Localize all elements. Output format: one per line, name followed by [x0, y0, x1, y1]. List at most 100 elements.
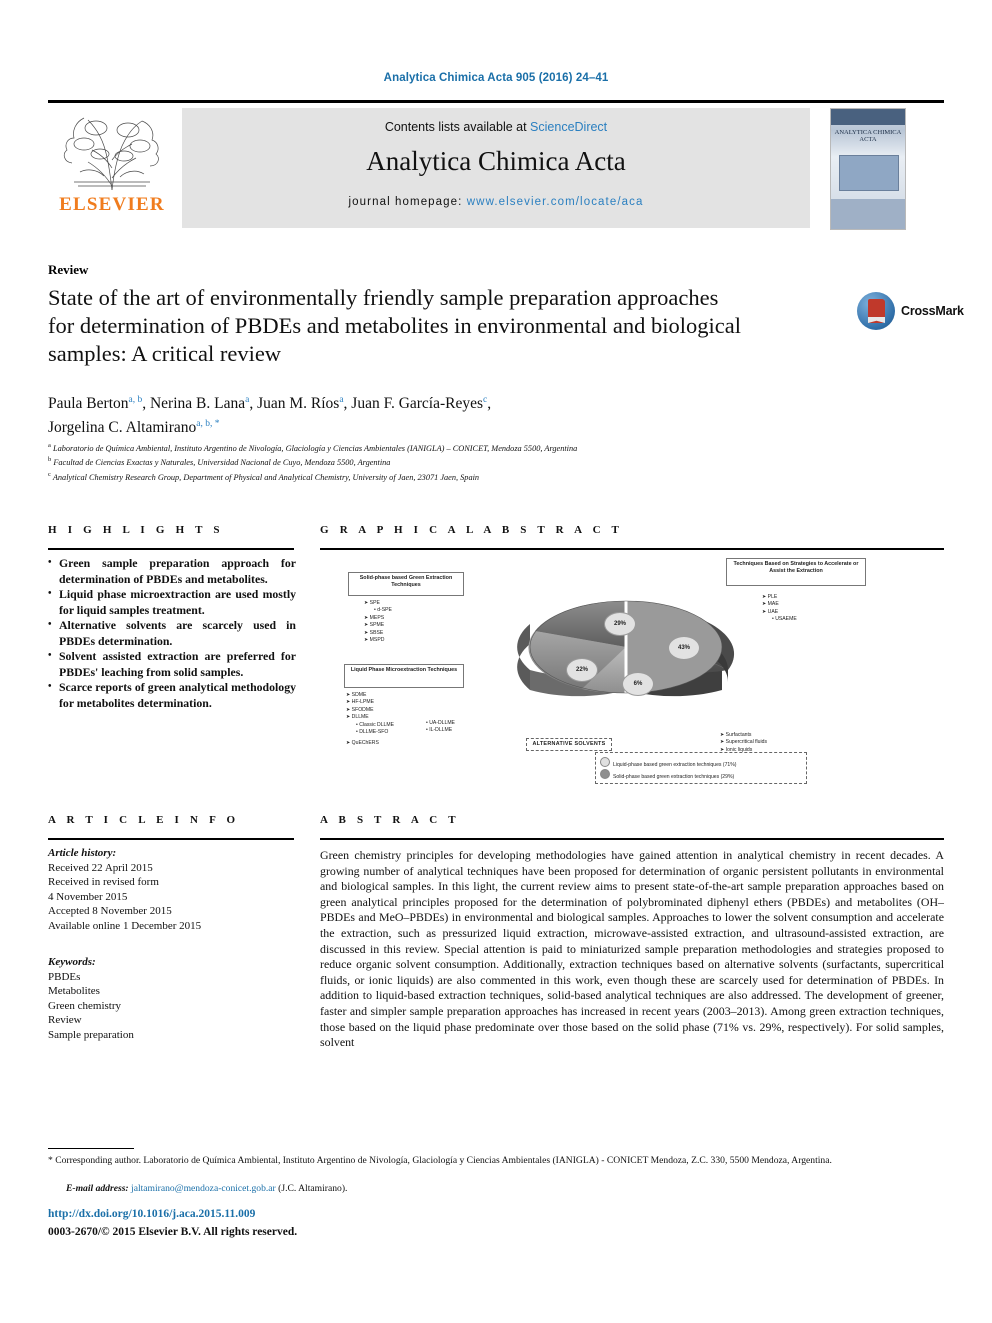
history-item: Available online 1 December 2015 — [48, 919, 202, 932]
affiliation-item: b Facultad de Ciencias Exactas y Natural… — [48, 454, 828, 468]
author-name[interactable]: Juan F. García-Reyes — [351, 395, 483, 412]
keyword-item: Metabolites — [48, 985, 100, 998]
list-item: Alternative solvents are scarcely used i… — [48, 617, 296, 649]
author-name[interactable]: Paula Berton — [48, 395, 129, 412]
list-item: ➤ UAE — [762, 608, 779, 615]
corresponding-mark: * — [48, 1155, 53, 1166]
list-item: ➤ SPME — [364, 622, 385, 629]
affiliation-mark: c — [48, 470, 51, 478]
page-title: State of the art of environmentally frie… — [48, 285, 741, 366]
masthead-top-rule — [48, 100, 944, 103]
pie-label-6: 6% — [622, 672, 654, 696]
legend-swatch-solid-icon — [600, 769, 610, 779]
list-item: ➤ SBSE — [364, 629, 384, 636]
list-item: ➤ MAE — [762, 601, 779, 608]
callout-liquid-phase-title: Liquid Phase Microextraction Techniques — [344, 664, 464, 688]
legend-label: Solid-phase based green extraction techn… — [613, 774, 735, 780]
copyright-line: 0003-2670/© 2015 Elsevier B.V. All right… — [48, 1226, 298, 1238]
history-label: Article history: — [48, 847, 117, 859]
callout-solid-phase-items: ➤ SPE • d-SPE ➤ MEPS ➤ SPME ➤ SBSE ➤ MSP… — [364, 600, 474, 644]
corresponding-text: Corresponding author. Laboratorio de Quí… — [55, 1155, 832, 1166]
pie-label-22: 22% — [566, 658, 598, 682]
chart-legend: Liquid-phase based green extraction tech… — [595, 752, 807, 784]
legend-swatch-liquid-icon — [600, 757, 610, 767]
article-type: Review — [48, 262, 89, 277]
cover-title: ANALYTICA CHIMICA ACTA — [834, 129, 902, 143]
journal-cover-thumbnail: ANALYTICA CHIMICA ACTA — [830, 108, 906, 230]
pie-label-43: 43% — [668, 636, 700, 660]
affiliation-text: Facultad de Ciencias Exactas y Naturales… — [53, 458, 391, 468]
elsevier-wordmark: ELSEVIER — [59, 194, 165, 215]
list-item: Liquid phase microextraction are used mo… — [48, 586, 296, 618]
list-item: • USAEME — [772, 616, 797, 623]
contents-line: Contents lists available at ScienceDirec… — [182, 120, 810, 134]
affiliation-item: a Laboratorio de Química Ambiental, Inst… — [48, 440, 828, 454]
list-item: ➤ HF-LPME — [346, 699, 375, 706]
corresponding-author-note: * Corresponding author. Laboratorio de Q… — [48, 1155, 938, 1168]
crossmark-icon — [857, 292, 895, 330]
callout-alternative-solvents-items: ➤ Surfactants ➤ Supercritical fluids ➤ I… — [720, 732, 830, 754]
email-link[interactable]: jaltamirano@mendoza-conicet.gob.ar — [131, 1183, 276, 1194]
affiliation-mark: a — [48, 442, 51, 449]
affiliation-text: Laboratorio de Química Ambiental, Instit… — [52, 443, 578, 453]
sciencedirect-link[interactable]: ScienceDirect — [530, 120, 607, 134]
keywords-label: Keywords: — [48, 956, 96, 968]
keyword-item: PBDEs — [48, 970, 81, 983]
legend-label: Liquid-phase based green extraction tech… — [613, 762, 737, 768]
list-item: ➤ SPE — [364, 600, 380, 606]
author-name[interactable]: Juan M. Ríos — [257, 395, 339, 412]
list-item: ➤ PLE — [762, 594, 778, 600]
list-item: Solvent assisted extraction are preferre… — [48, 648, 296, 680]
affiliation-text: Analytical Chemistry Research Group, Dep… — [52, 472, 480, 482]
pie-chart: 29% 43% 22% 6% — [478, 578, 768, 728]
callout-solid-phase-title: Solid-phase based Green Extraction Techn… — [348, 572, 464, 596]
doi-link[interactable]: http://dx.doi.org/10.1016/j.aca.2015.11.… — [48, 1208, 255, 1220]
history-item: Accepted 8 November 2015 — [48, 905, 172, 918]
list-item: • UA-DLLME — [426, 720, 455, 726]
elsevier-logo: ELSEVIER — [48, 108, 176, 228]
author-name[interactable]: Nerina B. Lana — [150, 395, 245, 412]
homepage-label: journal homepage: — [348, 196, 467, 208]
list-item: Scarce reports of green analytical metho… — [48, 679, 296, 711]
graphical-abstract-figure: 29% 43% 22% 6% Solid-phase based Green E… — [330, 556, 930, 791]
crossmark-badge[interactable]: CrossMark — [857, 292, 964, 332]
cover-footer-bar — [831, 199, 905, 229]
article-info-rule — [48, 838, 294, 840]
crossmark-book-icon — [868, 299, 885, 323]
author-list: Paula Bertona, b, Nerina B. Lanaa, Juan … — [48, 395, 492, 437]
callout-accelerate-title: Techniques Based on Strategies to Accele… — [726, 558, 866, 586]
affiliation-item: c Analytical Chemistry Research Group, D… — [48, 469, 828, 483]
list-item: ➤ SDME — [346, 692, 367, 698]
keywords-block: Keywords: PBDEs Metabolites Green chemis… — [48, 955, 298, 1043]
list-item: ➤ QuEChERS — [346, 740, 379, 747]
history-item: 4 November 2015 — [48, 890, 128, 903]
keyword-item: Sample preparation — [48, 1028, 134, 1041]
keyword-item: Review — [48, 1014, 82, 1027]
pie-chart-svg — [517, 594, 735, 700]
abstract-rule — [320, 838, 944, 840]
history-item: Received in revised form — [48, 876, 159, 889]
journal-title-box: Contents lists available at ScienceDirec… — [182, 108, 810, 228]
homepage-url[interactable]: www.elsevier.com/locate/aca — [467, 196, 644, 208]
keyword-item: Green chemistry — [48, 999, 121, 1012]
callout-alternative-solvents-title: ALTERNATIVE SOLVENTS — [526, 738, 612, 751]
author-affil-mark: a, b, * — [196, 419, 220, 430]
article-history: Article history: Received 22 April 2015 … — [48, 846, 298, 934]
affiliation-mark: b — [48, 456, 52, 464]
author-affil-mark: a — [245, 395, 250, 405]
journal-title: Analytica Chimica Acta — [366, 146, 626, 176]
list-item: ➤ Surfactants — [720, 732, 752, 738]
article-info-heading: A R T I C L E I N F O — [48, 814, 240, 826]
history-item: Received 22 April 2015 — [48, 861, 153, 874]
callout-accelerate-items: ➤ PLE ➤ MAE ➤ UAE • USAEME — [762, 594, 872, 624]
author-affil-mark: a, b — [128, 395, 143, 405]
author-name[interactable]: Jorgelina C. Altamirano — [48, 419, 196, 436]
list-item: • d-SPE — [374, 607, 392, 614]
journal-homepage: journal homepage: www.elsevier.com/locat… — [182, 196, 810, 208]
list-item: Green sample preparation approach for de… — [48, 555, 296, 587]
list-item: ➤ MSPD — [364, 637, 385, 644]
graphical-abstract-rule — [320, 548, 944, 550]
highlights-heading: H I G H L I G H T S — [48, 524, 224, 536]
abstract-text: Green chemistry principles for developin… — [320, 848, 944, 1050]
elsevier-tree-icon — [54, 108, 170, 194]
